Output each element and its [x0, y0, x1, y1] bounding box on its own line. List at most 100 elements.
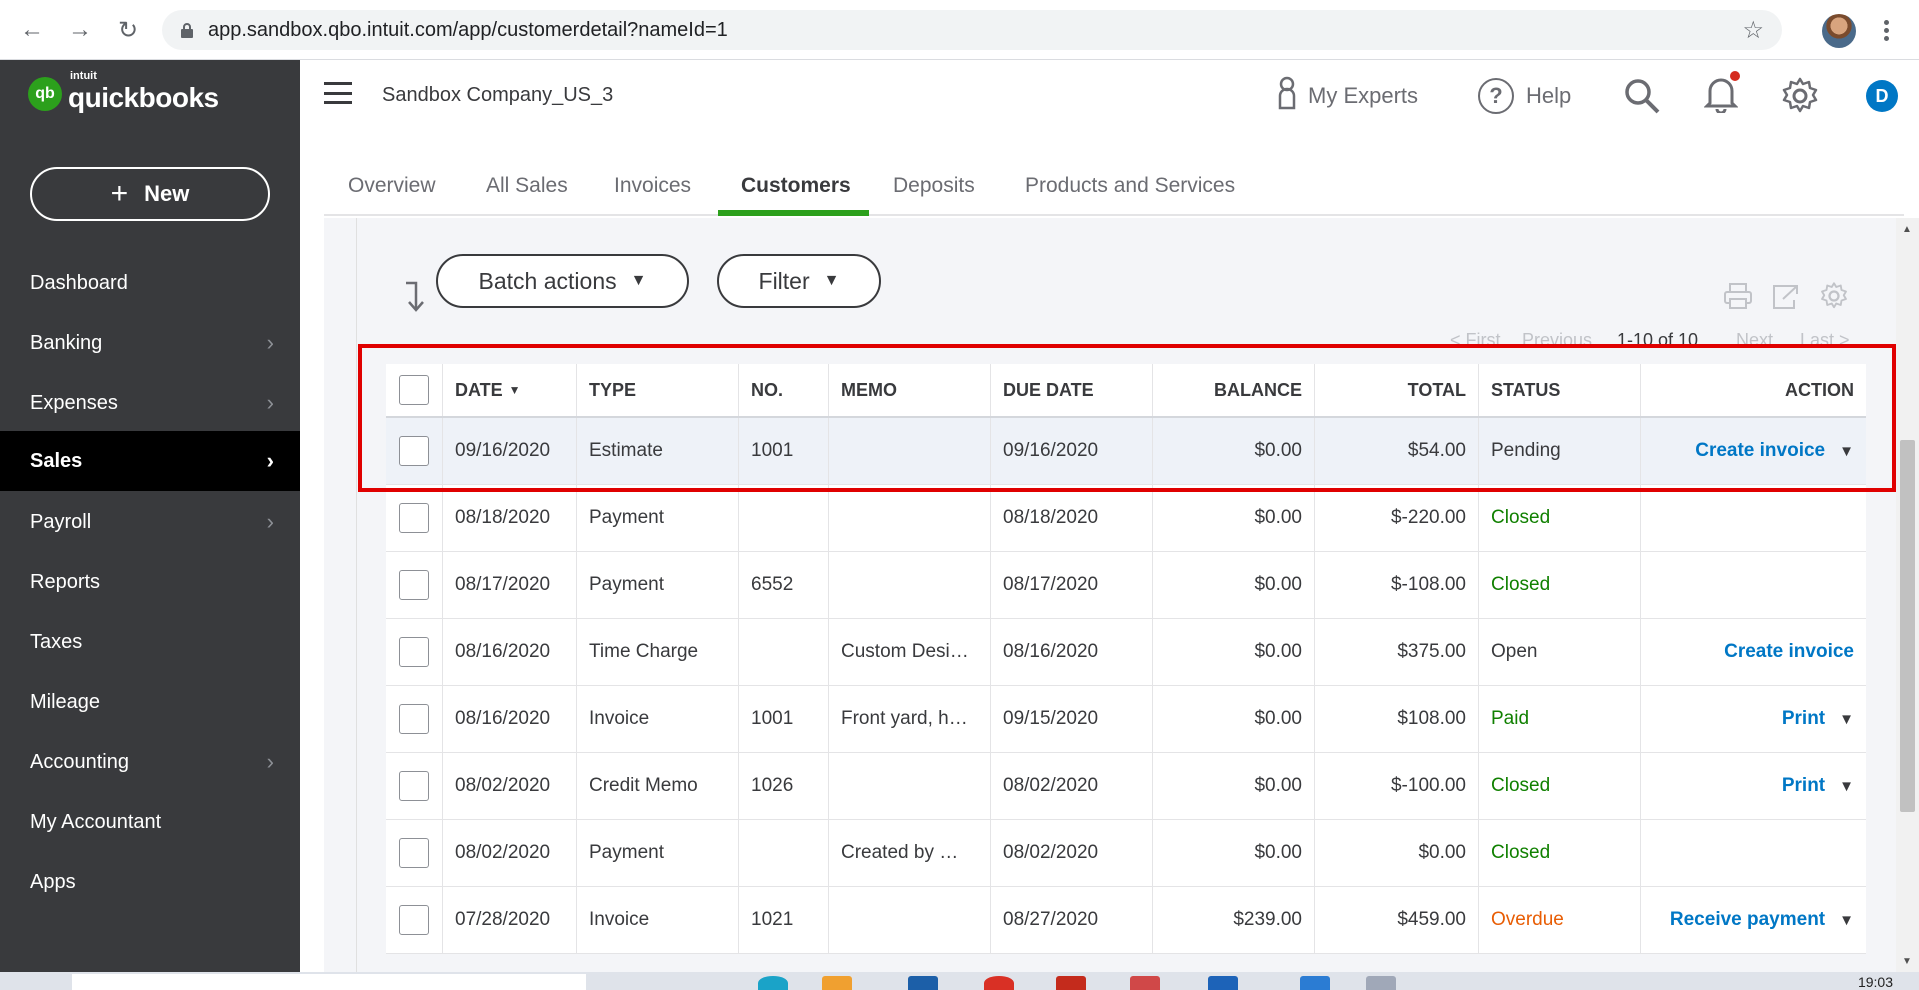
taskbar-app-icon[interactable] [1056, 976, 1086, 990]
row-checkbox[interactable] [399, 436, 429, 466]
table-row[interactable]: 08/02/2020 Credit Memo 1026 08/02/2020 $0.00… [386, 753, 1866, 820]
forward-arrow-icon[interactable]: → [64, 14, 96, 46]
taskbar-app-icon[interactable] [1208, 976, 1238, 990]
action-link[interactable]: Create invoice [1695, 440, 1825, 462]
new-button[interactable]: + New [30, 167, 270, 221]
table-row[interactable]: 09/16/2020 Estimate 1001 09/16/2020 $0.00 $54… [386, 418, 1866, 485]
total-value: $459.00 [1397, 909, 1466, 930]
action-dropdown-caret-icon[interactable]: ▼ [1839, 912, 1854, 929]
table-row[interactable]: 08/02/2020 Payment Created by … 08/02/2020 $… [386, 820, 1866, 887]
column-header-status[interactable]: STATUS [1478, 364, 1640, 416]
row-checkbox[interactable] [399, 704, 429, 734]
tab-products-and-services[interactable]: Products and Services [1025, 174, 1235, 198]
url-text: app.sandbox.qbo.intuit.com/app/customerd… [208, 18, 728, 41]
action-link[interactable]: Print [1782, 775, 1825, 797]
tab-all-sales[interactable]: All Sales [486, 174, 568, 198]
taskbar-app-icon[interactable] [1300, 976, 1330, 990]
column-header-total[interactable]: TOTAL [1314, 364, 1478, 416]
column-header-memo[interactable]: MEMO [828, 364, 990, 416]
action-dropdown-caret-icon[interactable]: ▼ [1839, 711, 1854, 728]
sidebar-item-reports[interactable]: Reports [0, 552, 300, 612]
help-button[interactable]: ? Help [1478, 76, 1571, 116]
table-row[interactable]: 08/17/2020 Payment 6552 08/17/2020 $0.00 $-10… [386, 552, 1866, 619]
page-scrollbar[interactable]: ▲ ▼ [1896, 218, 1919, 972]
action-link[interactable]: Receive payment [1670, 909, 1825, 931]
cell-due: 08/02/2020 [990, 753, 1152, 819]
row-checkbox[interactable] [399, 905, 429, 935]
sidebar-item-taxes[interactable]: Taxes [0, 612, 300, 672]
row-checkbox[interactable] [399, 637, 429, 667]
row-checkbox[interactable] [399, 771, 429, 801]
search-icon[interactable] [1622, 76, 1662, 116]
tab-invoices[interactable]: Invoices [614, 174, 691, 198]
taskbar-app-icon[interactable] [908, 976, 938, 990]
taskbar-app-icon[interactable] [822, 976, 852, 990]
column-header-type[interactable]: TYPE [576, 364, 738, 416]
collapse-arrow-icon[interactable] [402, 280, 428, 321]
column-header-balance[interactable]: BALANCE [1152, 364, 1314, 416]
table-row[interactable]: 08/16/2020 Invoice 1001 Front yard, h… 09/15… [386, 686, 1866, 753]
quickbooks-logo[interactable]: qb intuit quickbooks [28, 70, 219, 114]
sidebar-item-sales[interactable]: Sales › [0, 431, 300, 491]
address-bar[interactable]: app.sandbox.qbo.intuit.com/app/customerd… [162, 10, 1782, 50]
column-header-label: DATE [455, 379, 503, 400]
table-row[interactable]: 07/28/2020 Invoice 1021 08/27/2020 $239.00 $4… [386, 887, 1866, 954]
settings-gear-icon[interactable] [1780, 76, 1820, 116]
print-icon[interactable] [1722, 280, 1754, 312]
reload-icon[interactable]: ↻ [112, 14, 144, 46]
action-dropdown-caret-icon[interactable]: ▼ [1839, 778, 1854, 795]
select-all-checkbox[interactable] [399, 375, 429, 405]
scroll-down-arrow-icon[interactable]: ▼ [1902, 956, 1912, 967]
row-checkbox[interactable] [399, 570, 429, 600]
my-experts-button[interactable]: My Experts [1276, 76, 1418, 116]
tab-deposits[interactable]: Deposits [893, 174, 975, 198]
taskbar-app-icon[interactable] [1366, 976, 1396, 990]
cell-no: 6552 [738, 552, 828, 618]
filter-button[interactable]: Filter ▼ [717, 254, 881, 308]
back-arrow-icon[interactable]: ← [16, 14, 48, 46]
sidebar-item-dashboard[interactable]: Dashboard [0, 253, 300, 313]
action-dropdown-caret-icon[interactable]: ▼ [1839, 443, 1854, 460]
row-checkbox[interactable] [399, 838, 429, 868]
taskbar-app-icon[interactable] [984, 976, 1014, 990]
export-icon[interactable] [1770, 280, 1802, 312]
table-settings-gear-icon[interactable] [1818, 280, 1850, 312]
pager-last[interactable]: Last > [1800, 330, 1850, 351]
table-row[interactable]: 08/18/2020 Payment 08/18/2020 $0.00 $-220.00… [386, 485, 1866, 552]
batch-actions-button[interactable]: Batch actions ▼ [436, 254, 689, 308]
cell-total: $459.00 [1314, 887, 1478, 953]
table-row[interactable]: 08/16/2020 Time Charge Custom Desi… 08/16/2… [386, 619, 1866, 686]
sidebar-item-mileage[interactable]: Mileage [0, 672, 300, 732]
cell-type: Invoice [576, 887, 738, 953]
pager-next[interactable]: Next [1736, 330, 1773, 351]
sidebar-item-my-accountant[interactable]: My Accountant [0, 792, 300, 852]
column-header-no[interactable]: NO. [738, 364, 828, 416]
browser-menu-icon[interactable] [1876, 14, 1896, 46]
tab-customers[interactable]: Customers [741, 174, 851, 198]
pager-first[interactable]: < First [1450, 330, 1501, 351]
sidebar-item-payroll[interactable]: Payroll › [0, 492, 300, 552]
column-header-due-date[interactable]: DUE DATE [990, 364, 1152, 416]
scroll-up-arrow-icon[interactable]: ▲ [1902, 224, 1912, 235]
hamburger-menu-icon[interactable] [324, 82, 352, 104]
taskbar-search-box[interactable] [72, 974, 586, 990]
row-checkbox[interactable] [399, 503, 429, 533]
action-link[interactable]: Create invoice [1724, 641, 1854, 663]
sidebar-item-accounting[interactable]: Accounting › [0, 732, 300, 792]
active-tab-indicator [718, 210, 869, 216]
action-link[interactable]: Print [1782, 708, 1825, 730]
taskbar-app-icon[interactable] [758, 976, 788, 990]
bookmark-star-icon[interactable]: ☆ [1742, 16, 1764, 45]
no-value: 1021 [751, 909, 794, 930]
browser-profile-avatar[interactable] [1822, 14, 1856, 48]
column-header-date[interactable]: DATE ▼ [442, 364, 576, 416]
sidebar-item-expenses[interactable]: Expenses › [0, 373, 300, 433]
notifications-bell-icon[interactable] [1703, 71, 1740, 116]
scroll-thumb[interactable] [1900, 440, 1915, 812]
sidebar-item-banking[interactable]: Banking › [0, 313, 300, 373]
pager-previous[interactable]: Previous [1522, 330, 1592, 351]
taskbar-app-icon[interactable] [1130, 976, 1160, 990]
sidebar-item-apps[interactable]: Apps [0, 852, 300, 912]
tab-overview[interactable]: Overview [348, 174, 436, 198]
user-avatar[interactable]: D [1866, 80, 1898, 112]
